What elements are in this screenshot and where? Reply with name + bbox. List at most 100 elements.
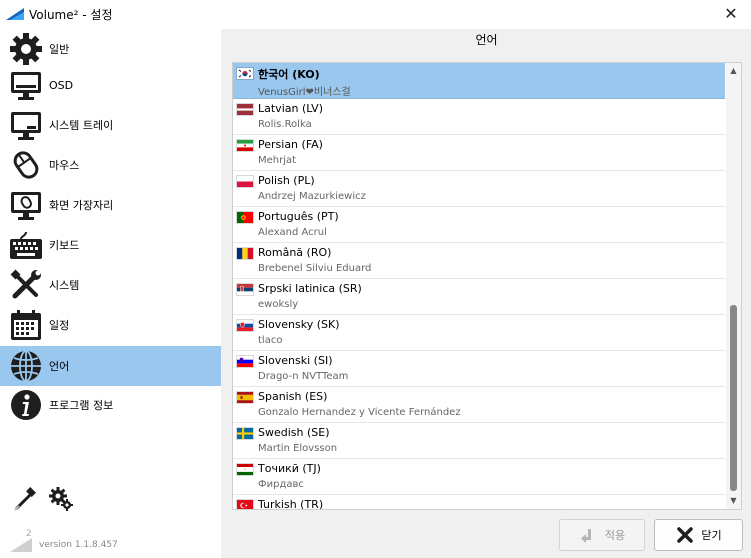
sidebar-item-system-tray[interactable]: 시스템 트레이 (0, 105, 221, 145)
info-icon (8, 387, 44, 423)
flag-es-icon (237, 392, 253, 403)
language-author: Drago-n NVTTeam (258, 371, 349, 382)
page-title: 언어 (475, 33, 498, 47)
language-list-items: 한국어 (KO) VenusGirl❤비너스걸 Latvian (LV) Rolis.… (233, 63, 725, 510)
sidebar-item-keyboard[interactable]: 키보드 (0, 225, 221, 265)
language-list-item[interactable]: Swedish (SE) Martin Elovsson (233, 423, 725, 459)
flag-tr-icon (237, 500, 253, 509)
language-author: Andrzej Mazurkiewicz (258, 191, 366, 202)
brush-icon[interactable] (12, 486, 38, 512)
close-button[interactable]: 닫기 (654, 519, 743, 551)
language-author: Gonzalo Hernandez y Vicente Fernández (258, 407, 461, 418)
language-name: Swedish (SE) (258, 426, 330, 439)
language-list[interactable]: 한국어 (KO) VenusGirl❤비너스걸 Latvian (LV) Rolis.… (232, 62, 742, 510)
sidebar-item-system[interactable]: 시스템 (0, 265, 221, 305)
language-name: Turkish (TR) (258, 498, 324, 510)
scroll-down-arrow-icon[interactable]: ▼ (726, 493, 741, 509)
flag-ro-icon (237, 248, 253, 259)
language-name: Slovenski (SI) (258, 354, 333, 367)
window-close-button[interactable]: ✕ (721, 4, 741, 24)
sidebar-item-label: 키보드 (49, 239, 80, 252)
language-list-item[interactable]: Spanish (ES) Gonzalo Hernandez y Vicente … (233, 387, 725, 423)
sidebar-item-label: 일반 (49, 43, 70, 56)
sidebar-item-label: 언어 (49, 360, 70, 373)
title-bar: Volume² - 설정 ✕ (0, 0, 751, 29)
sidebar-item-about[interactable]: 프로그램 정보 (0, 385, 221, 425)
flag-ir-icon (237, 140, 253, 151)
language-name: 한국어 (KO) (258, 68, 320, 81)
monitor-icon (8, 67, 44, 103)
sidebar-item-label: 마우스 (49, 159, 80, 172)
sidebar: 일반 OSD 시스템 트레이 마우스 화면 가장자리 키보드 시스템 일정 언어… (0, 29, 221, 558)
language-list-item[interactable]: Persian (FA) Mehrjat (233, 135, 725, 171)
language-list-item[interactable]: Latvian (LV) Rolis.Rolka (233, 99, 725, 135)
sidebar-item-label: 시스템 트레이 (49, 119, 114, 132)
sidebar-item-label: 시스템 (49, 279, 80, 292)
sidebar-item-label: 일정 (49, 319, 70, 332)
flag-si-icon (237, 356, 253, 367)
language-name: Română (RO) (258, 246, 332, 259)
language-list-item[interactable]: Точикӣ (TJ) Фирдавс (233, 459, 725, 495)
language-list-item[interactable]: Polish (PL) Andrzej Mazurkiewicz (233, 171, 725, 207)
volume-app-icon (6, 8, 24, 20)
language-list-item[interactable]: Slovenski (SI) Drago-n NVTTeam (233, 351, 725, 387)
flag-sk-icon (237, 320, 253, 331)
language-author: Фирдавс (258, 479, 304, 490)
tray-icon (8, 107, 44, 143)
language-author: Rolis.Rolka (258, 119, 312, 130)
gear-icon (8, 31, 44, 67)
flag-tj-icon (237, 464, 253, 475)
language-author: Martin Elovsson (258, 443, 338, 454)
sidebar-item-schedule[interactable]: 일정 (0, 305, 221, 345)
main-panel: 언어 한국어 (KO) VenusGirl❤비너스걸 Latvian (LV) Rol… (222, 29, 751, 516)
language-list-item[interactable]: Turkish (TR) (233, 495, 725, 510)
language-author: ewoksly (258, 299, 299, 310)
language-list-item[interactable]: Slovensky (SK) tlaco (233, 315, 725, 351)
language-author: Alexand Acrul (258, 227, 327, 238)
language-name: Точикӣ (TJ) (258, 462, 321, 475)
language-list-item[interactable]: Srpski latinica (SR) ewoksly (233, 279, 725, 315)
version-text: version 1.1.8.457 (39, 540, 118, 550)
sidebar-item-mouse[interactable]: 마우스 (0, 145, 221, 185)
flag-pl-icon (237, 176, 253, 187)
volume-logo-icon (10, 538, 32, 552)
close-icon (675, 525, 695, 545)
language-name: Polish (PL) (258, 174, 315, 187)
scroll-up-arrow-icon[interactable]: ▲ (726, 63, 741, 79)
settings-window: Volume² - 설정 ✕ 일반 OSD 시스템 트레이 마우스 화면 가장자… (0, 0, 751, 558)
language-list-item[interactable]: 한국어 (KO) VenusGirl❤비너스걸 (233, 63, 725, 99)
flag-rs-icon (237, 284, 253, 295)
language-author: Mehrjat (258, 155, 297, 166)
apply-button[interactable]: 적용 (559, 519, 645, 551)
language-author: VenusGirl❤비너스걸 (258, 87, 351, 98)
keyboard-icon (8, 227, 44, 263)
sidebar-item-label: 화면 가장자리 (49, 199, 114, 212)
close-button-label: 닫기 (701, 529, 722, 542)
screen-edge-icon (8, 187, 44, 223)
vertical-scrollbar[interactable]: ▲ ▼ (726, 63, 741, 509)
sidebar-item-label: OSD (49, 78, 74, 92)
flag-pt-icon (237, 212, 253, 223)
tools-icon (8, 267, 44, 303)
sidebar-item-osd[interactable]: OSD (0, 65, 221, 105)
calendar-icon (8, 307, 44, 343)
language-name: Srpski latinica (SR) (258, 282, 362, 295)
scrollbar-thumb[interactable] (730, 305, 737, 491)
language-name: Latvian (LV) (258, 102, 323, 115)
flag-lv-icon (237, 104, 253, 115)
language-list-item[interactable]: Português (PT) Alexand Acrul (233, 207, 725, 243)
language-name: Spanish (ES) (258, 390, 328, 403)
settings-gears-icon[interactable] (48, 486, 74, 512)
window-title: Volume² - 설정 (29, 8, 113, 22)
flag-kr-icon (237, 68, 253, 79)
sidebar-item-general[interactable]: 일반 (0, 29, 221, 69)
sidebar-item-label: 프로그램 정보 (49, 399, 114, 412)
language-name: Slovensky (SK) (258, 318, 340, 331)
language-list-item[interactable]: Română (RO) Brebenel Silviu Eduard (233, 243, 725, 279)
sidebar-item-screen-edge[interactable]: 화면 가장자리 (0, 185, 221, 225)
flag-se-icon (237, 428, 253, 439)
sidebar-item-language[interactable]: 언어 (0, 346, 221, 386)
language-author: Brebenel Silviu Eduard (258, 263, 372, 274)
apply-icon (579, 525, 599, 545)
language-name: Português (PT) (258, 210, 339, 223)
